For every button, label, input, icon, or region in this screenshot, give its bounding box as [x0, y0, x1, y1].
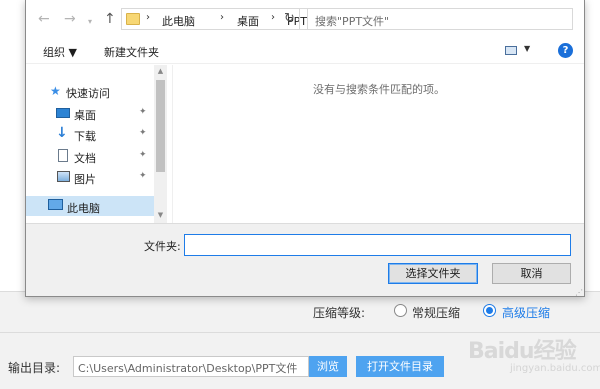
- chevron-right-icon[interactable]: ›: [146, 12, 150, 23]
- scrollbar-thumb[interactable]: [156, 80, 165, 172]
- document-icon: [58, 149, 68, 162]
- nav-item-label: 下载: [74, 130, 96, 143]
- recent-dropdown-icon[interactable]: ▾: [88, 15, 92, 29]
- search-input[interactable]: 搜索"PPT文件": [307, 8, 573, 30]
- nav-item-desktop[interactable]: 桌面 ✦: [26, 103, 154, 123]
- cancel-button[interactable]: 取消: [492, 263, 571, 284]
- up-arrow-icon[interactable]: ↑: [104, 12, 116, 26]
- folder-icon: [126, 13, 140, 25]
- normal-compress-label[interactable]: 常规压缩: [412, 304, 460, 321]
- output-directory-label: 输出目录:: [8, 361, 61, 375]
- folder-label: 文件夹:: [144, 240, 181, 253]
- pin-icon: ✦: [139, 171, 147, 181]
- nav-item-quick-access[interactable]: ★ 快速访问: [26, 81, 154, 101]
- pin-icon: ✦: [139, 150, 147, 160]
- advanced-compress-label[interactable]: 高级压缩: [502, 304, 550, 321]
- picture-icon: [57, 171, 70, 182]
- scroll-down-icon[interactable]: ▼: [154, 211, 167, 219]
- compress-level-row: 压缩等级: 常规压缩 高级压缩: [0, 300, 600, 322]
- nav-item-label: 桌面: [74, 109, 96, 122]
- navigation-pane: ★ 快速访问 桌面 ✦ ↓ 下载 ✦ 文档 ✦ 图片 ✦ 此电脑 ▲ ▼: [26, 65, 167, 223]
- breadcrumb-this-pc[interactable]: 此电脑: [162, 13, 195, 29]
- dialog-toolbar: 组织 ▼ 新建文件夹 ▼ ?: [26, 38, 584, 64]
- download-icon: ↓: [56, 125, 68, 141]
- scroll-up-icon[interactable]: ▲: [154, 67, 167, 75]
- new-folder-button[interactable]: 新建文件夹: [104, 44, 159, 60]
- pin-icon: ✦: [139, 107, 147, 117]
- desktop-icon: [56, 108, 70, 118]
- open-folder-button[interactable]: 打开文件目录: [356, 356, 444, 377]
- chevron-right-icon[interactable]: ›: [220, 12, 224, 23]
- address-bar-row: ← → ▾ ↑ › 此电脑 › 桌面 › PPT文件 ▾ ↻ 搜索"PPT文件": [26, 0, 584, 38]
- breadcrumb-desktop[interactable]: 桌面: [237, 13, 259, 29]
- empty-message: 没有与搜索条件匹配的项。: [313, 83, 445, 96]
- nav-item-documents[interactable]: 文档 ✦: [26, 146, 154, 166]
- baidu-watermark: Baidu经验: [468, 339, 577, 364]
- nav-scrollbar[interactable]: ▲ ▼: [154, 65, 167, 223]
- output-path-field[interactable]: C:\Users\Administrator\Desktop\PPT文件: [73, 356, 309, 377]
- compress-level-label: 压缩等级:: [313, 306, 366, 320]
- select-folder-button[interactable]: 选择文件夹: [388, 263, 478, 284]
- forward-arrow-icon[interactable]: →: [64, 12, 76, 26]
- view-dropdown-icon[interactable]: ▼: [524, 44, 530, 53]
- view-icon[interactable]: [505, 46, 517, 55]
- refresh-icon[interactable]: ↻: [280, 8, 300, 30]
- computer-icon: [48, 199, 63, 210]
- organize-menu[interactable]: 组织 ▼: [43, 44, 77, 60]
- nav-item-label: 文档: [74, 152, 96, 165]
- normal-compress-radio[interactable]: [394, 304, 407, 317]
- nav-item-label: 图片: [74, 173, 96, 186]
- star-icon: ★: [50, 84, 61, 98]
- resize-grip-icon[interactable]: ⋰: [575, 288, 583, 297]
- file-list-area[interactable]: 没有与搜索条件匹配的项。: [172, 65, 584, 223]
- nav-item-downloads[interactable]: ↓ 下载 ✦: [26, 124, 154, 144]
- dialog-footer: 文件夹: 选择文件夹 取消 ⋰: [26, 223, 584, 297]
- chevron-right-icon[interactable]: ›: [271, 12, 275, 23]
- pin-icon: ✦: [139, 128, 147, 138]
- back-arrow-icon[interactable]: ←: [38, 12, 50, 26]
- select-folder-dialog: ← → ▾ ↑ › 此电脑 › 桌面 › PPT文件 ▾ ↻ 搜索"PPT文件"…: [25, 0, 585, 297]
- nav-item-pictures[interactable]: 图片 ✦: [26, 167, 154, 187]
- baidu-watermark-url: jingyan.baidu.com: [510, 363, 600, 374]
- browse-button[interactable]: 浏览: [309, 356, 347, 377]
- folder-name-input[interactable]: [184, 234, 571, 256]
- nav-item-this-pc[interactable]: 此电脑: [26, 196, 154, 216]
- help-icon[interactable]: ?: [558, 43, 573, 58]
- nav-item-label: 此电脑: [67, 202, 100, 215]
- nav-item-label: 快速访问: [66, 87, 110, 100]
- advanced-compress-radio[interactable]: [483, 304, 496, 317]
